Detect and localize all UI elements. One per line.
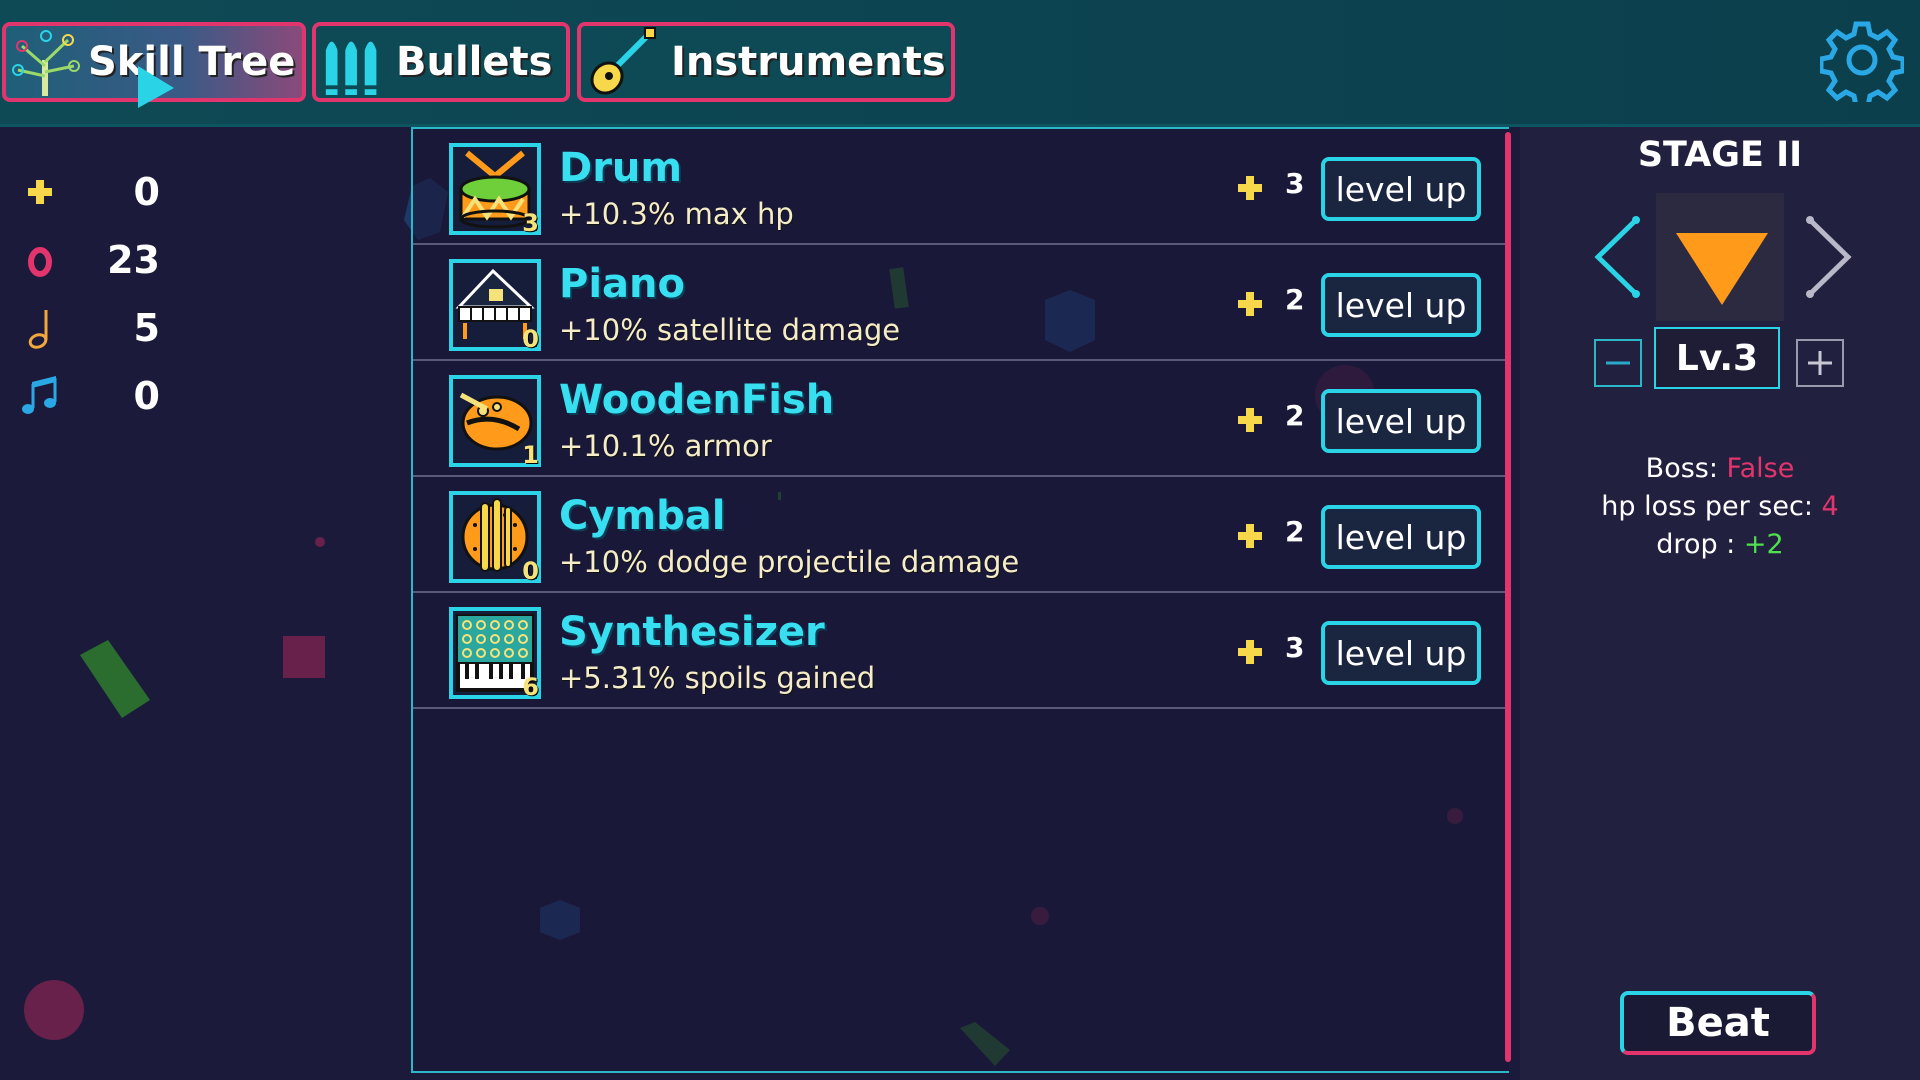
minus-icon <box>1606 361 1630 365</box>
bullets-icon <box>323 41 379 96</box>
beamed-notes-icon <box>22 376 57 414</box>
plus-currency-icon <box>1238 176 1262 200</box>
drum-icon: 3 <box>449 143 541 237</box>
plus-icon <box>1808 351 1832 375</box>
level-up-button[interactable]: level up <box>1321 389 1481 453</box>
drop-value: +2 <box>1743 529 1784 560</box>
level-up-button[interactable]: level up <box>1321 505 1481 569</box>
tab-label: Bullets <box>396 39 553 85</box>
instrument-effect: +10.1% armor <box>559 429 772 463</box>
top-bar: Skill Tree Bullets Instruments <box>0 0 1920 127</box>
tab-skill-tree[interactable]: Skill Tree <box>2 22 306 108</box>
stage-triangle-icon <box>1676 233 1768 305</box>
stage-panel: STAGE II Lv.3 Boss: False hp loss per se… <box>1520 127 1920 1080</box>
instrument-level: 6 <box>522 673 539 701</box>
drop-info: drop : +2 <box>1520 529 1920 560</box>
tab-label: Instruments <box>671 39 946 85</box>
boss-info: Boss: False <box>1520 453 1920 484</box>
level-up-button[interactable]: level up <box>1321 621 1481 685</box>
upgrade-cost: 3 <box>1285 631 1305 664</box>
resource-value: 5 <box>133 306 160 350</box>
instrument-effect: +10.3% max hp <box>559 197 794 231</box>
resource-value: 0 <box>133 170 160 214</box>
resource-row: 5 <box>20 303 160 353</box>
synthesizer-icon: 6 <box>449 607 541 701</box>
drop-label: drop : <box>1656 529 1736 560</box>
level-up-button[interactable]: level up <box>1321 273 1481 337</box>
instrument-name: WoodenFish <box>559 377 835 423</box>
instrument-level: 0 <box>522 325 539 353</box>
plus-currency-icon <box>28 180 52 204</box>
level-increase-button[interactable] <box>1796 339 1844 387</box>
hp-loss-info: hp loss per sec: 4 <box>1520 491 1920 522</box>
piano-icon: 0 <box>449 259 541 353</box>
resource-row: 0 <box>20 167 160 217</box>
level-decrease-button[interactable] <box>1594 339 1642 387</box>
instrument-name: Drum <box>559 145 683 191</box>
stage-preview <box>1656 193 1784 321</box>
upgrade-cost: 2 <box>1285 399 1305 432</box>
settings-gear-icon[interactable] <box>1820 18 1904 102</box>
wooden-fish-icon: 1 <box>449 375 541 469</box>
plus-currency-icon <box>1238 292 1262 316</box>
play-cursor-icon <box>138 66 174 108</box>
instrument-name: Cymbal <box>559 493 726 539</box>
beat-button[interactable]: Beat <box>1620 991 1816 1055</box>
red-ring-icon <box>28 247 52 277</box>
boss-value: False <box>1726 453 1795 484</box>
upgrade-cost: 2 <box>1285 283 1305 316</box>
instrument-level: 1 <box>522 441 539 469</box>
half-note-icon <box>28 310 48 349</box>
list-item-synthesizer: 6 Synthesizer +5.31% spoils gained 3 lev… <box>413 593 1507 709</box>
hp-loss-label: hp loss per sec: <box>1601 491 1813 522</box>
tab-instruments[interactable]: Instruments <box>577 22 955 102</box>
stage-level: Lv.3 <box>1654 327 1780 389</box>
prev-stage-arrow-icon[interactable] <box>1586 212 1646 302</box>
instrument-list[interactable]: 3 Drum +10.3% max hp 3 level up 0 Piano … <box>411 127 1509 1073</box>
instrument-effect: +10% dodge projectile damage <box>559 545 1020 579</box>
plus-currency-icon <box>1238 524 1262 548</box>
resource-value: 0 <box>133 374 160 418</box>
tab-bullets[interactable]: Bullets <box>312 22 570 102</box>
resource-panel: 0 23 5 0 <box>0 127 410 1080</box>
upgrade-cost: 2 <box>1285 515 1305 548</box>
list-item-piano: 0 Piano +10% satellite damage 2 level up <box>413 245 1507 361</box>
upgrade-cost: 3 <box>1285 167 1305 200</box>
tree-icon <box>12 30 80 96</box>
resource-row: 0 <box>20 371 160 421</box>
resource-value: 23 <box>107 238 160 282</box>
list-scrollbar[interactable] <box>1505 132 1511 1062</box>
instrument-name: Synthesizer <box>559 609 825 655</box>
instrument-effect: +5.31% spoils gained <box>559 661 876 695</box>
plus-currency-icon <box>1238 408 1262 432</box>
hp-loss-value: 4 <box>1821 491 1839 522</box>
cymbal-icon: 0 <box>449 491 541 585</box>
level-up-button[interactable]: level up <box>1321 157 1481 221</box>
list-item-drum: 3 Drum +10.3% max hp 3 level up <box>413 129 1507 245</box>
resource-row: 23 <box>20 235 160 285</box>
instrument-effect: +10% satellite damage <box>559 313 901 347</box>
plus-currency-icon <box>1238 640 1262 664</box>
stage-title: STAGE II <box>1637 135 1803 175</box>
instrument-name: Piano <box>559 261 685 307</box>
list-item-woodenfish: 1 WoodenFish +10.1% armor 2 level up <box>413 361 1507 477</box>
instrument-level: 0 <box>522 557 539 585</box>
list-item-cymbal: 0 Cymbal +10% dodge projectile damage 2 … <box>413 477 1507 593</box>
next-stage-arrow-icon[interactable] <box>1800 212 1860 302</box>
tab-label: Skill Tree <box>88 39 296 85</box>
instrument-level: 3 <box>522 209 539 237</box>
guitar-icon <box>590 27 656 95</box>
boss-label: Boss: <box>1645 453 1718 484</box>
